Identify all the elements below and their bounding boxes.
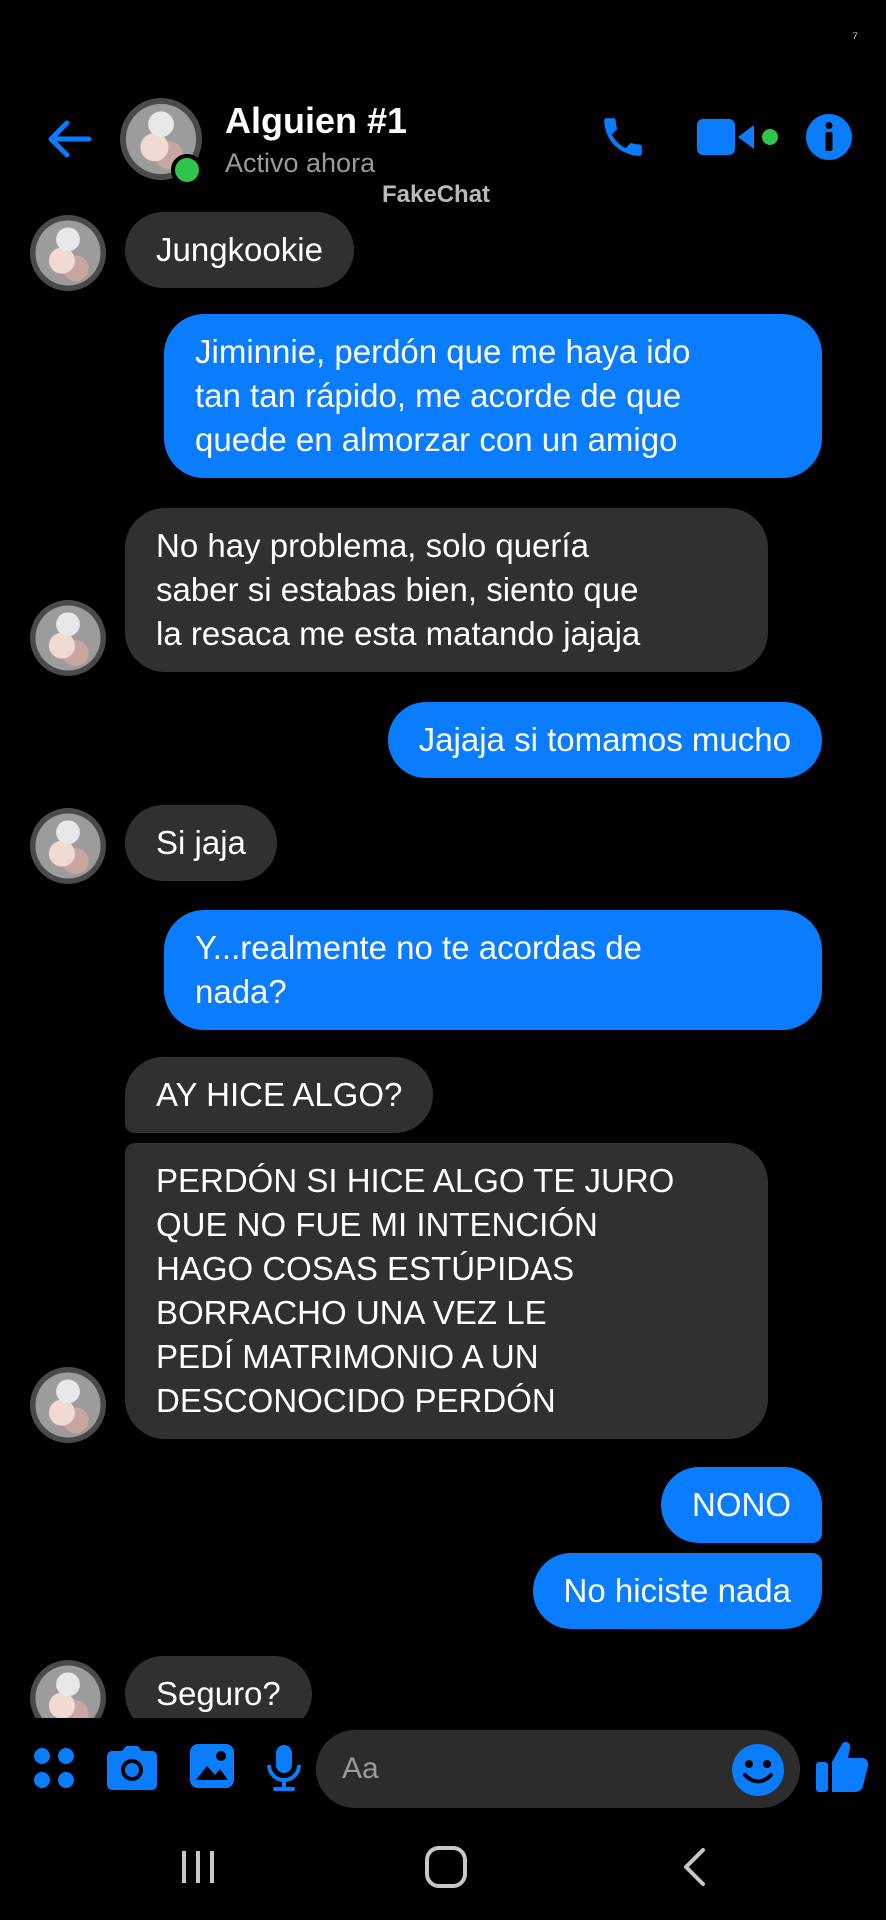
online-indicator — [171, 154, 203, 186]
video-camera-icon — [697, 119, 778, 155]
avatar[interactable] — [30, 600, 106, 676]
home-button[interactable] — [406, 1832, 486, 1902]
message-outgoing[interactable]: Y...realmente no te acordas de nada? — [164, 910, 822, 1030]
message-input-placeholder: Aa — [342, 1752, 379, 1785]
avatar[interactable] — [30, 808, 106, 884]
video-call-button[interactable] — [692, 106, 782, 168]
phone-icon — [604, 118, 642, 156]
contact-name[interactable]: Alguien #1 — [225, 100, 407, 142]
thumbs-up-icon — [816, 1741, 869, 1792]
message-incoming[interactable]: Si jaja — [125, 805, 277, 881]
microphone-icon — [267, 1745, 301, 1791]
avatar[interactable] — [30, 215, 106, 291]
recent-apps-button[interactable] — [158, 1832, 238, 1902]
back-icon — [684, 1848, 705, 1886]
gallery-button[interactable] — [182, 1736, 242, 1796]
message-outgoing[interactable]: Jiminnie, perdón que me haya ido tan tan… — [164, 314, 822, 478]
message-outgoing[interactable]: No hiciste nada — [532, 1553, 822, 1629]
info-button[interactable] — [798, 106, 860, 168]
emoji-button[interactable] — [728, 1740, 788, 1800]
emoji-icon — [732, 1744, 784, 1796]
voice-call-button[interactable] — [592, 106, 654, 168]
microphone-button[interactable] — [254, 1738, 314, 1798]
message-incoming[interactable]: No hay problema, solo quería saber si es… — [125, 508, 768, 672]
message-incoming[interactable]: AY HICE ALGO? — [125, 1057, 434, 1133]
message-outgoing[interactable]: Jajaja si tomamos mucho — [387, 702, 822, 778]
apps-grid-icon — [34, 1748, 74, 1788]
camera-icon — [107, 1746, 157, 1790]
avatar[interactable] — [30, 1367, 106, 1443]
message-outgoing[interactable]: NONO — [661, 1467, 822, 1543]
status-indicator: ⁷ — [852, 30, 858, 47]
message-incoming[interactable]: PERDÓN SI HICE ALGO TE JURO QUE NO FUE M… — [125, 1143, 768, 1439]
system-back-button[interactable] — [654, 1832, 734, 1902]
like-button[interactable] — [812, 1736, 872, 1796]
watermark: FakeChat — [382, 181, 491, 208]
back-button[interactable] — [38, 108, 100, 170]
contact-status: Activo ahora — [225, 148, 376, 178]
recent-apps-icon — [182, 1851, 214, 1883]
home-icon — [425, 1846, 467, 1888]
back-arrow-icon — [48, 120, 92, 158]
message-incoming[interactable]: Jungkookie — [125, 212, 354, 288]
gallery-icon — [190, 1744, 234, 1788]
camera-button[interactable] — [102, 1738, 162, 1798]
apps-button[interactable] — [24, 1738, 84, 1798]
info-icon — [806, 114, 852, 160]
